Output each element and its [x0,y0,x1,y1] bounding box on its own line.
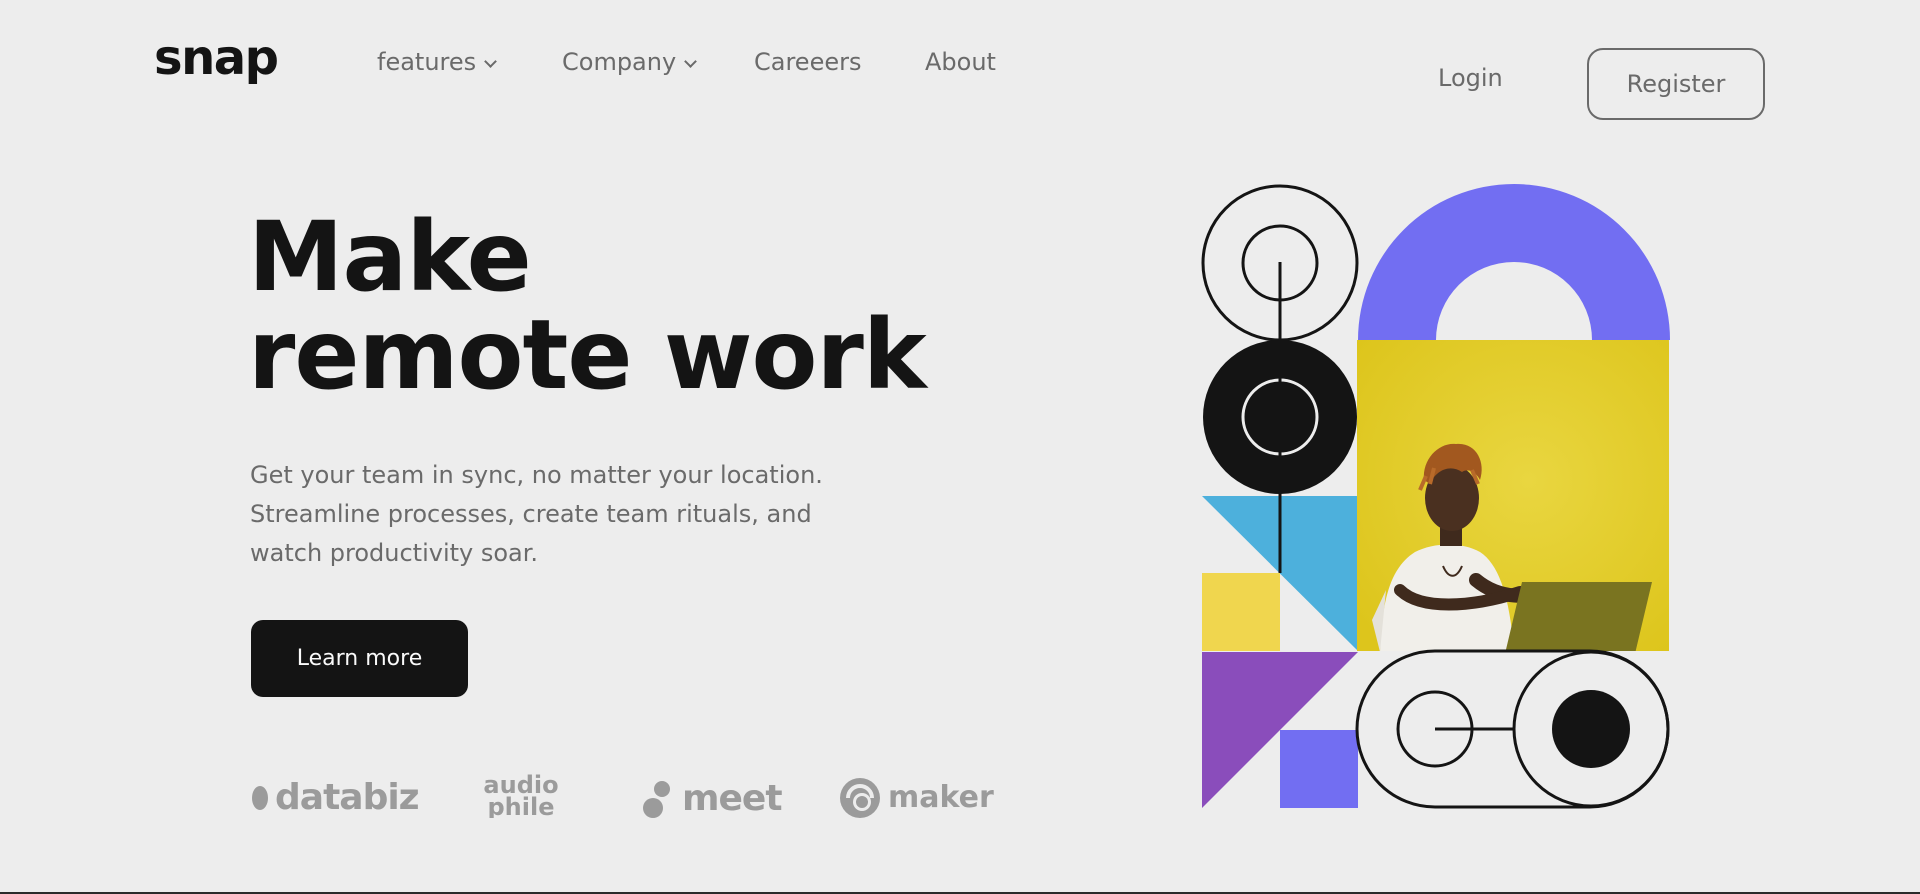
nav-item-careers[interactable]: Careeers [754,50,861,74]
nav-item-label: Company [562,48,677,76]
learn-more-button[interactable]: Learn more [251,620,468,697]
nav-item-label: About [925,48,996,76]
client-maker: maker [838,776,994,820]
nav-item-about[interactable]: About [925,50,996,74]
databiz-logo-icon [252,786,268,810]
headline-line: remote work [248,299,927,411]
audiophile-bottom-text: phile [488,793,555,818]
purple-arch-shape [1358,184,1670,340]
maker-logo-icon [840,778,880,818]
client-audiophile: audio phile [446,774,596,818]
description-line: Streamline processes, create team ritual… [250,500,812,528]
nav-item-label: features [377,48,477,76]
headline-line: Make [248,201,532,313]
snap-logo[interactable]: snap [154,34,279,82]
person-photo [1357,340,1669,651]
yellow-square-shape [1202,573,1280,651]
blue-square-shape [1280,496,1358,574]
description-line: Get your team in sync, no matter your lo… [250,461,823,489]
nav-item-label: Careeers [754,48,862,76]
audiophile-logo-icon: audio phile [483,774,558,818]
purple-square-shape [1280,730,1358,808]
nav-item-features[interactable]: features [377,48,498,76]
client-name: meet [682,778,783,819]
nav-item-company[interactable]: Company [562,48,698,76]
client-meet: meet [642,778,783,820]
pill-shape [1355,649,1670,809]
chevron-down-icon [684,54,698,68]
client-databiz: databiz [251,777,420,818]
hero-headline: Make remote work [248,201,927,411]
login-link[interactable]: Login [1438,66,1503,90]
register-button[interactable]: Register [1587,48,1765,120]
meet-logo-icon [643,781,670,818]
hero-illustration [1201,184,1670,809]
client-name: databiz [275,777,420,818]
client-name: maker [888,780,994,815]
description-line: watch productivity soar. [250,539,539,567]
hero-description: Get your team in sync, no matter your lo… [250,456,870,573]
chevron-down-icon [484,54,498,68]
